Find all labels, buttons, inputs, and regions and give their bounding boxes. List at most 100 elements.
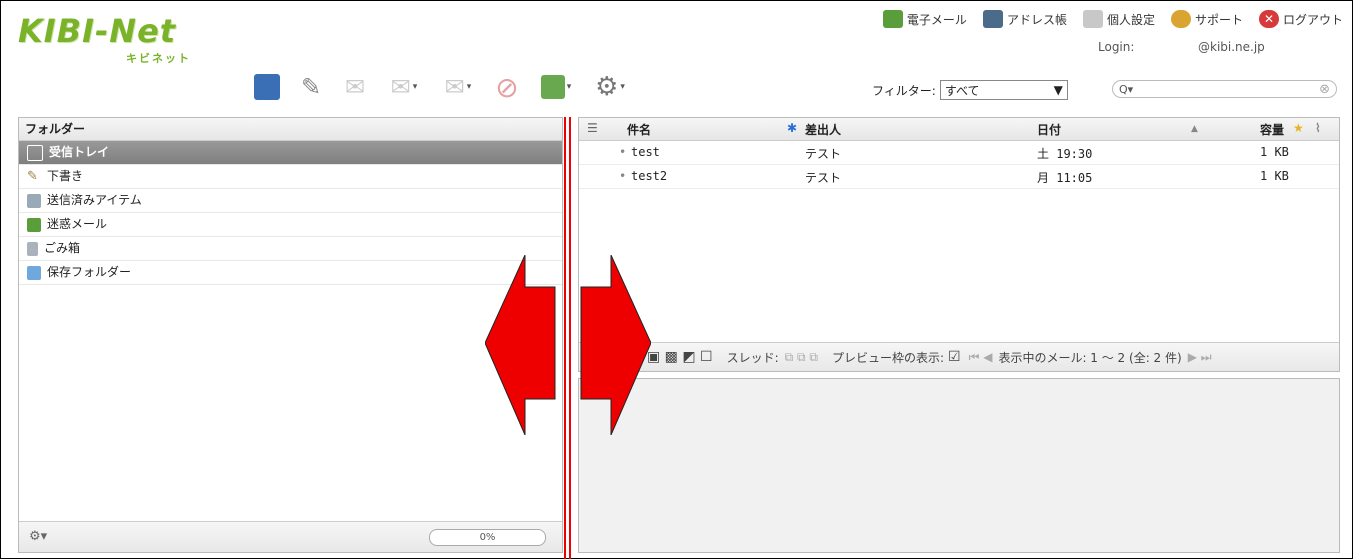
top-navigation: 電子メール アドレス帳 個人設定 サポート ✕ ログアウト — [882, 10, 1343, 28]
nav-logout-label: ログアウト — [1282, 12, 1343, 27]
forward-button[interactable]: ✉ ▾ — [436, 70, 480, 104]
reply-icon: ✉ — [344, 73, 366, 101]
prohibit-icon: ⊘ — [495, 70, 519, 104]
left-arrow-icon — [485, 255, 556, 435]
folder-archive[interactable]: 保存フォルダー — [19, 261, 562, 285]
settings-panel-icon — [1082, 10, 1103, 28]
table-row[interactable]: • test2 テスト 月 11:05 1 KB — [579, 165, 1339, 189]
nav-support[interactable]: サポート — [1170, 10, 1243, 28]
thread-toggle-icons[interactable]: ⧉ ⧉ ⧉ — [785, 350, 818, 365]
filter-select[interactable]: すべて ▼ — [939, 80, 1068, 100]
dropdown-arrow-icon: ▾ — [620, 82, 625, 92]
message-date: 月 11:05 — [1037, 171, 1093, 185]
right-arrow-icon — [580, 255, 651, 435]
folder-label: 保存フォルダー — [47, 265, 132, 279]
preview-label: プレビュー枠の表示: — [831, 350, 945, 365]
login-user: @kibi.ne.jp — [1198, 40, 1265, 54]
junk-icon — [27, 217, 41, 232]
delete-button[interactable]: ⊘ — [490, 70, 524, 104]
message-size: 1 KB — [1260, 145, 1289, 159]
nav-personal-settings[interactable]: 個人設定 — [1082, 10, 1155, 28]
quota-meter: 0% — [429, 529, 546, 546]
preview-pane — [578, 378, 1340, 553]
sent-icon — [27, 193, 41, 208]
mark-check-icon — [540, 75, 565, 99]
logo-text: KIBI-Net — [18, 12, 177, 50]
dropdown-arrow-icon: ▾ — [412, 82, 418, 92]
folder-label: 受信トレイ — [49, 145, 110, 159]
folder-trash[interactable]: ごみ箱 — [19, 237, 562, 261]
folder-label: ごみ箱 — [44, 241, 81, 255]
nav-personal-settings-label: 個人設定 — [1106, 12, 1155, 27]
nav-email-label: 電子メール — [906, 12, 967, 27]
sort-ascending-icon: ▲ — [1191, 124, 1198, 134]
page-first-prev-icons[interactable]: ⏮ ◀ — [969, 350, 993, 365]
logout-icon: ✕ — [1258, 10, 1279, 28]
filter-label: フィルター: — [872, 83, 936, 98]
star-column-icon[interactable]: ★ — [1293, 121, 1304, 135]
compose-button[interactable]: ✎ — [294, 70, 328, 104]
folder-drafts[interactable]: ✎ 下書き — [19, 165, 562, 189]
refresh-icon — [254, 74, 280, 100]
column-from[interactable]: 差出人 — [805, 121, 841, 138]
unread-dot-icon: • — [619, 169, 627, 183]
reply-all-icon: ✉ — [390, 73, 411, 101]
folder-inbox[interactable]: 受信トレイ — [19, 141, 562, 165]
chevron-down-icon: ▼ — [1053, 83, 1063, 97]
pencil-icon: ✎ — [27, 168, 38, 184]
login-label: Login: — [1098, 40, 1135, 54]
logo-subtext: キビネット — [126, 52, 191, 65]
trash-icon — [27, 241, 38, 256]
column-size[interactable]: 容量 — [1260, 121, 1284, 138]
address-book-icon — [982, 10, 1003, 28]
page-next-last-icons[interactable]: ▶ ⏭ — [1188, 350, 1212, 365]
preview-checkbox[interactable]: ☑ — [948, 349, 961, 365]
nav-logout[interactable]: ✕ ログアウト — [1258, 10, 1343, 28]
nav-address-book[interactable]: アドレス帳 — [982, 10, 1067, 28]
folder-sent[interactable]: 送信済みアイテム — [19, 189, 562, 213]
compose-pencil-icon: ✎ — [300, 73, 322, 101]
thread-label: スレッド: — [726, 350, 779, 365]
mark-button[interactable]: ▾ — [534, 70, 578, 104]
folder-label: 下書き — [47, 169, 84, 183]
filter-value: すべて — [944, 83, 980, 98]
list-options-icon[interactable]: ☰ — [587, 121, 598, 135]
nav-support-label: サポート — [1194, 12, 1243, 27]
attachment-column-icon[interactable]: ⌇ — [1315, 121, 1321, 135]
folder-label: 迷惑メール — [47, 217, 108, 231]
dropdown-arrow-icon: ▾ — [566, 82, 572, 92]
search-input[interactable]: Q▾ ⊗ — [1112, 80, 1337, 98]
search-icon[interactable]: Q▾ — [1119, 83, 1133, 96]
layout-toggle-icons[interactable]: ▣ ▩ ◩ ☐ — [647, 349, 713, 365]
reply-all-button[interactable]: ✉ ▾ — [382, 70, 426, 104]
nav-email[interactable]: 電子メール — [882, 10, 967, 28]
message-list-header: ☰ 件名 ✱ 差出人 日付 ▲ 容量 ★ ⌇ — [579, 118, 1339, 141]
refresh-button[interactable] — [250, 70, 284, 104]
mail-toolbar: ✎ ✉ ✉ ▾ ✉ ▾ ⊘ ▾ ⚙ ▾ — [250, 70, 632, 104]
filter-control: フィルター: すべて ▼ — [872, 80, 1068, 100]
folder-settings-gear-icon[interactable]: ⚙▾ — [29, 529, 47, 544]
reply-button[interactable]: ✉ — [338, 70, 372, 104]
column-date[interactable]: 日付 — [1037, 121, 1061, 138]
message-list: ☰ 件名 ✱ 差出人 日付 ▲ 容量 ★ ⌇ • test テスト 土 19:3… — [578, 117, 1340, 372]
more-settings-button[interactable]: ⚙ ▾ — [588, 70, 632, 104]
folder-panel-footer: ⚙▾ 0% — [19, 521, 562, 552]
message-subject: test — [631, 145, 660, 159]
folder-label: 送信済みアイテム — [47, 193, 142, 207]
table-row[interactable]: • test テスト 土 19:30 1 KB — [579, 141, 1339, 165]
folder-icon — [27, 265, 41, 280]
mail-download-icon — [882, 10, 903, 28]
unread-dot-icon: • — [619, 145, 627, 159]
column-subject[interactable]: 件名 — [627, 121, 651, 138]
forward-icon: ✉ — [444, 73, 465, 101]
logo[interactable]: KIBI-Net キビネット — [18, 12, 189, 65]
inbox-icon — [27, 144, 43, 161]
flag-column-icon[interactable]: ✱ — [787, 121, 797, 135]
message-date: 土 19:30 — [1037, 147, 1093, 161]
support-person-icon — [1170, 10, 1191, 28]
clear-search-icon[interactable]: ⊗ — [1319, 82, 1330, 97]
folder-panel: フォルダー 受信トレイ ✎ 下書き 送信済みアイテム 迷惑メール ごみ箱 保存フ… — [18, 117, 563, 553]
message-subject: test2 — [631, 169, 668, 183]
folder-junk[interactable]: 迷惑メール — [19, 213, 562, 237]
resize-arrows-overlay — [485, 255, 651, 435]
